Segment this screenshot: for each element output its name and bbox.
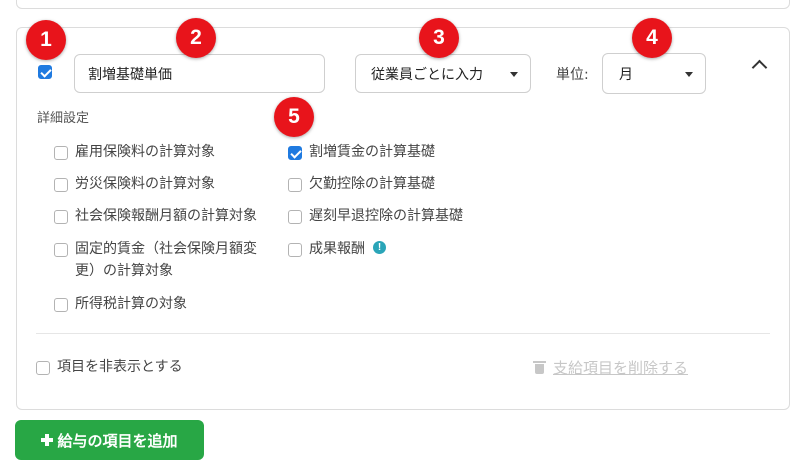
income-tax-label: 所得税計算の対象 bbox=[75, 296, 187, 312]
badge-3: 3 bbox=[419, 18, 459, 58]
badge-1: 1 bbox=[26, 20, 66, 60]
plus-icon bbox=[41, 434, 54, 446]
employment-insurance-label: 雇用保険料の計算対象 bbox=[75, 144, 215, 160]
add-pay-item-label: 給与の項目を追加 bbox=[57, 431, 178, 450]
badge-4: 4 bbox=[632, 18, 672, 58]
badge-2: 2 bbox=[176, 18, 216, 58]
item-name-input[interactable]: 割増基礎単価 bbox=[74, 54, 325, 93]
unit-label: 単位: bbox=[556, 67, 589, 83]
fixed-wage-checkbox[interactable] bbox=[54, 243, 68, 257]
absence-deduction-label: 欠勤控除の計算基礎 bbox=[309, 176, 435, 192]
delete-item-label: 支給項目を削除する bbox=[553, 359, 689, 377]
late-early-deduction-label: 遅刻早退控除の計算基礎 bbox=[309, 208, 463, 224]
details-heading: 詳細設定 bbox=[37, 111, 90, 126]
info-icon[interactable]: ! bbox=[373, 241, 386, 254]
delete-item-link[interactable]: 支給項目を削除する bbox=[533, 357, 689, 378]
previous-item-card bbox=[16, 0, 790, 9]
performance-pay-label: 成果報酬 bbox=[309, 241, 365, 257]
income-tax-checkbox[interactable] bbox=[54, 298, 68, 312]
divider bbox=[36, 333, 770, 334]
workers-comp-checkbox[interactable] bbox=[54, 178, 68, 192]
performance-pay-checkbox[interactable] bbox=[288, 243, 302, 257]
chevron-down-icon bbox=[510, 71, 518, 77]
hide-item-label: 項目を非表示とする bbox=[57, 359, 183, 375]
overtime-basis-label: 割増賃金の計算基礎 bbox=[309, 144, 435, 160]
fixed-wage-label-line1: 固定的賃金（社会保険月額変 bbox=[75, 241, 257, 257]
input-type-value: 従業員ごとに入力 bbox=[371, 66, 483, 83]
fixed-wage-label-line2: 更）の計算対象 bbox=[75, 263, 173, 279]
input-type-select[interactable]: 従業員ごとに入力 bbox=[355, 54, 531, 93]
late-early-deduction-checkbox[interactable] bbox=[288, 210, 302, 224]
unit-value: 月 bbox=[619, 66, 633, 83]
item-name-value: 割増基礎単価 bbox=[88, 66, 172, 83]
trash-icon bbox=[533, 361, 546, 374]
chevron-down-icon bbox=[685, 71, 693, 77]
unit-select[interactable]: 月 bbox=[602, 53, 706, 94]
hide-item-checkbox[interactable] bbox=[36, 361, 50, 375]
employment-insurance-checkbox[interactable] bbox=[54, 146, 68, 160]
badge-5: 5 bbox=[274, 97, 314, 137]
fixed-wage-label: 固定的賃金（社会保険月額変 更）の計算対象 bbox=[75, 240, 257, 281]
overtime-basis-checkbox[interactable] bbox=[288, 146, 302, 160]
absence-deduction-checkbox[interactable] bbox=[288, 178, 302, 192]
social-insurance-monthly-checkbox[interactable] bbox=[54, 210, 68, 224]
item-enabled-checkbox[interactable] bbox=[38, 65, 52, 79]
social-insurance-monthly-label: 社会保険報酬月額の計算対象 bbox=[75, 208, 257, 224]
workers-comp-label: 労災保険料の計算対象 bbox=[75, 176, 215, 192]
add-pay-item-button[interactable]: 給与の項目を追加 bbox=[15, 420, 204, 460]
